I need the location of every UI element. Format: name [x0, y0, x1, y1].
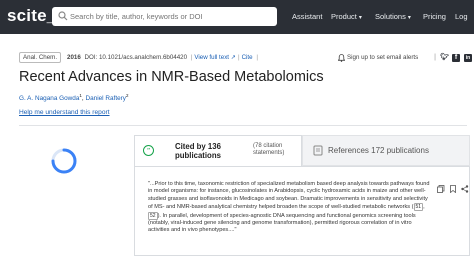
nav-product[interactable]: Product ▾: [331, 12, 362, 21]
svg-text:”: ”: [147, 147, 150, 155]
citation-statements-count: (78 citation statements): [253, 143, 285, 156]
search-icon: [58, 11, 68, 21]
view-full-text-link[interactable]: View full text: [194, 54, 229, 61]
help-understand-link[interactable]: Help me understand this report: [19, 109, 110, 116]
top-nav: scite_ Assistant Product▾ Solutions▾ Pri…: [0, 0, 474, 34]
chevron-down-icon: ▾: [407, 15, 411, 21]
nav-login[interactable]: Log: [455, 12, 468, 21]
search-box[interactable]: [52, 7, 277, 26]
separator: |: [190, 54, 193, 61]
nav-product-label: Product: [331, 12, 357, 21]
chevron-down-icon: ▾: [358, 15, 362, 21]
nav-solutions[interactable]: Solutions ▾: [375, 12, 411, 21]
share-icon[interactable]: [461, 180, 469, 193]
tab-references[interactable]: References 172 publications: [302, 135, 470, 166]
copy-icon[interactable]: [437, 180, 445, 193]
reference-marker[interactable]: 51: [413, 203, 424, 212]
reference-marker[interactable]: 52: [148, 211, 158, 220]
author-list: G. A. Nagana Gowda1, Daniel Raftery2: [19, 93, 129, 103]
page-title: Recent Advances in NMR-Based Metabolomic…: [19, 69, 324, 85]
separator: |: [256, 54, 258, 61]
citation-statement-text: "...Prior to this time, taxonomic restri…: [148, 181, 430, 234]
document-icon: [313, 145, 323, 156]
author-link[interactable]: G. A. Nagana Gowda: [19, 95, 79, 102]
cited-by-label: Cited by 136 publications: [175, 142, 221, 160]
bookmark-icon[interactable]: [449, 180, 457, 194]
search-input[interactable]: [70, 9, 270, 24]
cite-link[interactable]: Cite: [242, 54, 253, 61]
linkedin-icon[interactable]: in: [464, 54, 472, 62]
publication-year: 2016: [67, 54, 81, 61]
article-meta: Anal. Chem. 2016 DOI: 10.1021/acs.analche…: [19, 52, 260, 63]
nav-assistant[interactable]: Assistant: [292, 12, 322, 21]
quote-text: ). In parallel, development of species-a…: [148, 212, 416, 234]
email-alerts-link[interactable]: Sign up to set email alerts: [347, 54, 418, 61]
quote-bubble-icon: ”: [143, 145, 154, 156]
facebook-icon[interactable]: f: [452, 54, 460, 62]
author-affiliation: 1: [79, 93, 82, 98]
nav-pricing[interactable]: Pricing: [423, 12, 446, 21]
scite-logo[interactable]: scite_: [7, 6, 56, 26]
nav-solutions-label: Solutions: [375, 12, 406, 21]
journal-badge: Anal. Chem.: [19, 52, 62, 63]
separator: |: [237, 54, 240, 61]
references-label: References 172 publications: [328, 146, 429, 155]
loading-spinner-icon: [51, 148, 77, 174]
doi-text: DOI: 10.1021/acs.analchem.6b04420: [84, 54, 188, 61]
twitter-icon[interactable]: 🐦︎: [440, 54, 449, 62]
author-affiliation: 2: [125, 93, 129, 98]
author-link[interactable]: Daniel Raftery: [85, 95, 126, 102]
separator: |: [434, 54, 436, 61]
divider: [19, 125, 467, 126]
quote-text: "...Prior to this time, taxonomic restri…: [148, 181, 430, 211]
tab-cited-by[interactable]: ” Cited by 136 publications (78 citation…: [134, 135, 302, 166]
bell-icon[interactable]: [338, 54, 345, 62]
external-link-icon: ↗: [230, 54, 236, 61]
